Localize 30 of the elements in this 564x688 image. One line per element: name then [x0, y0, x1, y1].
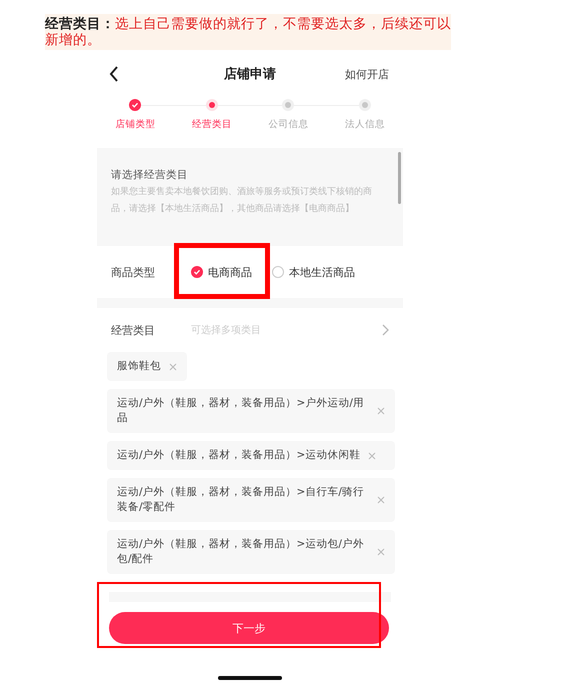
page-title: 店铺申请 — [224, 66, 276, 83]
info-title: 请选择经营类目 — [111, 168, 189, 182]
info-text: 如果您主要售卖本地餐饮团购、酒旅等服务或预订类线下核销的商品，请选择【本地生活商品】，其他商品请选择【电商商品】 — [111, 186, 373, 216]
tag-text: 服饰鞋包 — [117, 359, 161, 374]
back-icon[interactable] — [109, 66, 119, 82]
note-text: 经营类目：选上自己需要做的就行了，不需要选太多，后续还可以新增的。 — [45, 14, 451, 50]
step-label: 法人信息 — [344, 118, 385, 131]
step-label: 经营类目 — [192, 118, 232, 131]
step-label: 店铺类型 — [115, 118, 156, 131]
field-label: 商品类型 — [111, 264, 156, 280]
scrollbar — [398, 152, 401, 204]
close-icon[interactable] — [169, 362, 177, 370]
radio-option[interactable]: 本地生活商品 — [272, 264, 355, 280]
tag-text: 运动/户外（鞋服，器材，装备用品）>运动休闲鞋 — [117, 448, 360, 463]
tag-text: 运动/户外（鞋服，器材，装备用品）>自行车/骑行装备/零配件 — [117, 485, 365, 515]
close-icon[interactable] — [377, 407, 385, 415]
tag-text: 运动/户外（鞋服，器材，装备用品）>户外运动/用品 — [117, 396, 365, 426]
field-label: 经营类目 — [111, 322, 156, 338]
radio-option[interactable]: 电商商品 — [191, 264, 252, 280]
close-icon[interactable] — [368, 452, 376, 460]
home-indicator — [218, 676, 282, 680]
help-link[interactable]: 如何开店 — [345, 66, 389, 82]
close-icon[interactable] — [377, 548, 385, 556]
step-label: 公司信息 — [268, 118, 308, 131]
tag-text: 运动/户外（鞋服，器材，装备用品）>运动包/户外包/配件 — [117, 537, 365, 567]
radio-icon[interactable] — [191, 266, 203, 278]
close-icon[interactable] — [377, 496, 385, 504]
next-button[interactable]: 下一步 — [109, 612, 389, 644]
radio-icon[interactable] — [272, 266, 284, 278]
chevron-right-icon[interactable] — [382, 324, 389, 336]
